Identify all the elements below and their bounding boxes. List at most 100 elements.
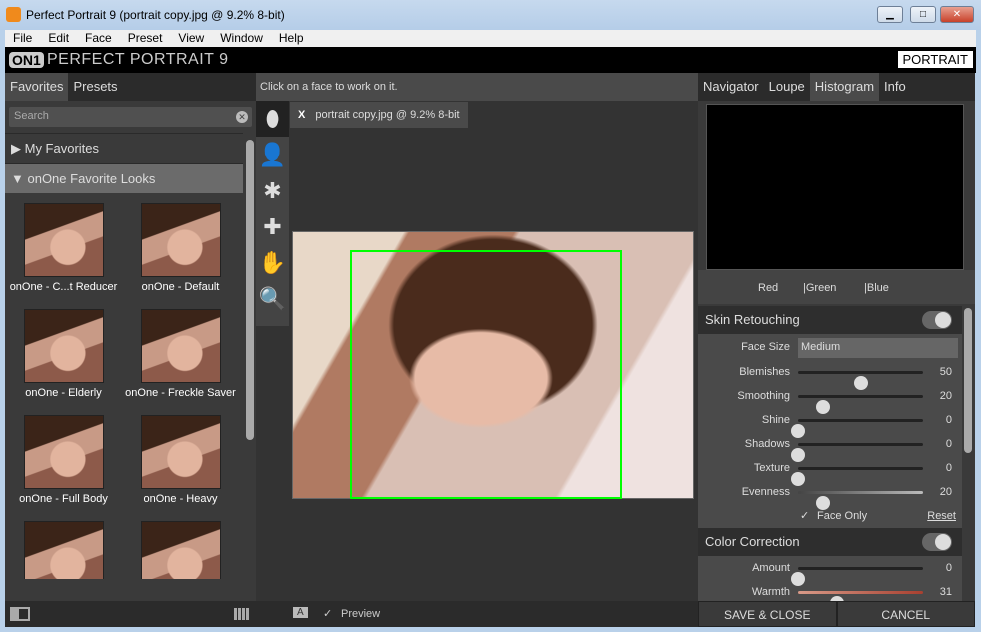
tab-favorites[interactable]: Favorites [5,73,69,101]
preview-label: Preview [341,608,381,620]
preset-label: onOne - Full Body [19,493,108,505]
face-select-tool-icon[interactable]: ⬮ [256,101,289,137]
slider-value: 0 [945,414,952,426]
minimize-button[interactable]: ▁ [877,6,903,23]
slider-track[interactable] [798,395,923,414]
preset-label: onOne - Elderly [25,387,102,399]
tab-info[interactable]: Info [879,73,911,101]
menu-bar: File Edit Face Preset View Window Help [5,30,976,47]
canvas-area: Click on a face to work on it. ⬮ 👤 ✱ ✚ ✋… [256,73,698,601]
tab-loupe[interactable]: Loupe [764,73,810,101]
slider-track[interactable] [798,371,923,390]
right-footer: SAVE & CLOSE CANCEL [698,601,975,627]
reset-link[interactable]: Reset [927,510,956,522]
slider-track[interactable] [791,567,923,586]
tab-histogram[interactable]: Histogram [809,73,880,101]
channel-red: Red [758,282,779,294]
menu-preset[interactable]: Preset [120,30,171,47]
slider-label: Amount [752,562,790,574]
face-size-select[interactable]: Medium [798,338,958,358]
preview-checkbox-icon[interactable]: ✓ [323,607,332,620]
preset-image [140,521,221,579]
slider-label: Shadows [744,438,790,450]
preset-thumb[interactable]: onOne - Elderly [5,307,122,413]
document-tab[interactable]: Xportrait copy.jpg @ 9.2% 8-bit [290,102,468,128]
slider-label: Blemishes [739,366,790,378]
menu-help[interactable]: Help [271,30,312,47]
left-scrollbar[interactable] [246,140,254,440]
preset-label: onOne - C...t Reducer [9,281,118,293]
menu-edit[interactable]: Edit [40,30,77,47]
search-input[interactable]: Search ✕ [9,107,252,127]
canvas-footer: A ✓ Preview [256,601,698,627]
clear-search-icon[interactable]: ✕ [236,111,248,123]
section-title: Skin Retouching [705,312,800,327]
preset-thumb[interactable]: onOne - Heavy [122,413,239,519]
slider-value: 0 [945,562,952,574]
slider-track[interactable] [798,491,923,510]
preset-thumb[interactable]: onOne - Full Body [5,413,122,519]
doc-tab-label: portrait copy.jpg @ 9.2% 8-bit [315,109,460,121]
person-tool-icon[interactable]: 👤 [256,137,289,173]
hand-tool-icon[interactable]: ✋ [256,245,289,281]
save-close-button[interactable]: SAVE & CLOSE [698,601,837,627]
preset-image [140,203,221,277]
slider-value: 0 [945,462,952,474]
color-correction-header[interactable]: Color Correction [698,528,962,556]
preset-thumb[interactable]: onOne - Default [122,201,239,307]
menu-file[interactable]: File [5,30,40,47]
skin-retouching-header[interactable]: Skin Retouching [698,306,962,334]
close-button[interactable]: ✕ [940,6,974,23]
menu-view[interactable]: View [170,30,212,47]
preset-image [23,521,104,579]
skin-retouching-toggle[interactable] [922,311,952,329]
right-panel: Navigator Loupe Histogram Info Red |Gree… [698,73,975,601]
right-scrollbar[interactable] [964,308,972,453]
menu-face[interactable]: Face [77,30,120,47]
tab-navigator[interactable]: Navigator [698,73,764,101]
face-selection-box[interactable] [350,250,622,499]
preset-image [23,203,104,277]
spot-brush-tool-icon[interactable]: ✱ [256,173,289,209]
grid-view-icon[interactable] [234,608,250,620]
slider-track[interactable] [791,467,923,486]
mode-label[interactable]: PORTRAIT [897,51,973,68]
cancel-button[interactable]: CANCEL [836,601,975,627]
slider-row-warmth: Warmth 31 [698,580,962,601]
preset-image [140,309,221,383]
bandage-tool-icon[interactable]: ✚ [256,209,289,245]
face-only-checkbox-icon[interactable]: ✓ [800,509,809,522]
before-after-toggle[interactable]: A [293,607,308,618]
face-size-label: Face Size [741,341,790,353]
preset-thumb[interactable]: onOne - C...t Reducer [5,201,122,307]
panel-layout-icon[interactable] [10,607,30,621]
slider-label: Warmth [751,586,790,598]
close-doc-icon[interactable]: X [298,109,305,121]
preset-thumb[interactable]: onOne - Freckle Saver [122,307,239,413]
color-correction-toggle[interactable] [922,533,952,551]
slider-track[interactable] [798,591,923,601]
slider-label: Texture [753,462,790,474]
menu-window[interactable]: Window [212,30,271,47]
left-panel: Favorites Presets Search ✕ ▶ My Favorites… [5,73,256,601]
zoom-tool-icon[interactable]: 🔍 [256,281,289,317]
preset-image [23,415,104,489]
slider-row-blemishes: Blemishes 50 [698,360,962,390]
maximize-button[interactable]: □ [910,6,936,23]
slider-track[interactable] [791,443,923,462]
group-my-favorites[interactable]: ▶ My Favorites [5,133,243,163]
title-bar: Perfect Portrait 9 (portrait copy.jpg @ … [0,0,981,30]
face-only-label: Face Only [817,510,868,522]
slider-track[interactable] [791,419,923,438]
preset-image [140,415,221,489]
tab-presets[interactable]: Presets [68,73,122,101]
channel-green: |Green [803,282,837,294]
group-onone-favorite-looks[interactable]: ▼ onOne Favorite Looks [5,163,243,193]
preset-thumb[interactable] [122,519,239,579]
slider-row-shadows: Shadows 0 [698,432,962,462]
preset-thumb[interactable] [5,519,122,579]
slider-value: 0 [945,438,952,450]
preset-label: onOne - Default [141,281,220,293]
tool-bar: ⬮ 👤 ✱ ✚ ✋ 🔍 [256,101,289,326]
slider-label: Smoothing [737,390,790,402]
